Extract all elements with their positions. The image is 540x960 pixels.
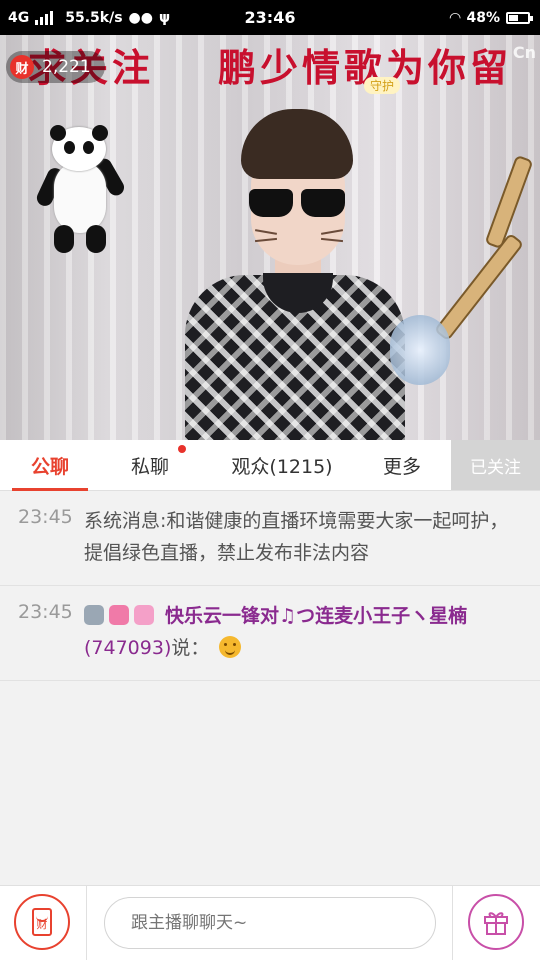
message-suffix: 说：	[171, 637, 210, 659]
streamer	[175, 105, 415, 440]
signal-icon	[35, 10, 54, 25]
message-time: 23:45	[18, 601, 73, 623]
clock: 23:46	[244, 8, 296, 27]
divider	[452, 886, 453, 960]
viewer-count-pill[interactable]: 财 2,221	[6, 51, 105, 83]
tab-public-chat[interactable]: 公聊	[12, 440, 88, 490]
guard-badge-icon: 守护	[364, 77, 401, 94]
status-bar: 4G 55.5k/s ●● ψ 23:46 ◠ 48%	[0, 0, 540, 35]
love-badge-icon	[109, 605, 129, 625]
tab-more[interactable]: 更多	[364, 440, 440, 490]
laugh-emoji-icon	[219, 636, 242, 658]
shield-badge-icon	[84, 605, 104, 625]
viewer-count: 2,221	[42, 57, 91, 77]
red-packet-label: 财	[36, 918, 48, 931]
unread-dot	[178, 445, 186, 453]
chat-tabs: 公聊 私聊 观众(1215) 更多 已关注	[0, 440, 540, 491]
battery-icon	[506, 11, 533, 24]
red-packet-icon: 财	[32, 908, 52, 936]
status-left: 4G 55.5k/s ●● ψ	[8, 0, 170, 35]
divider	[86, 886, 87, 960]
wechat-icon: ●●	[128, 9, 153, 26]
network-speed: 55.5k/s	[65, 9, 123, 26]
gift-icon	[484, 912, 508, 935]
chat-message-system: 23:45 系统消息:和谐健康的直播环境需要大家一起呵护，提倡绿色直播，禁止发布…	[0, 491, 540, 586]
wifi-icon: ◠	[449, 9, 461, 26]
message-user-id: (747093)	[84, 637, 172, 659]
live-video[interactable]: 求关注 鹏少情歌为你留 守护 Cn 财 2,221	[0, 35, 540, 440]
message-text: 系统消息:和谐健康的直播环境需要大家一起呵护，提倡绿色直播，禁止发布非法内容	[84, 510, 509, 564]
watermark-logo: Cn	[512, 43, 536, 62]
chat-message-user: 23:45 快乐云一锋对♫つ连麦小王子ヽ星楠 (747093)说：	[0, 586, 540, 681]
message-username[interactable]: 快乐云一锋对♫つ连麦小王子ヽ星楠	[165, 605, 467, 627]
star-badge-icon	[134, 605, 154, 625]
panda-sticker	[34, 125, 127, 257]
status-right: ◠ 48%	[449, 0, 533, 35]
network-type: 4G	[8, 9, 30, 26]
chat-input[interactable]	[104, 897, 436, 949]
sunglasses	[249, 189, 349, 219]
tab-private-chat[interactable]: 私聊	[112, 440, 188, 490]
followed-button[interactable]: 已关注	[451, 440, 540, 490]
tab-audience[interactable]: 观众(1215)	[214, 440, 350, 490]
chat-messages[interactable]: 23:45 系统消息:和谐健康的直播环境需要大家一起呵护，提倡绿色直播，禁止发布…	[0, 491, 540, 681]
battery-percent: 48%	[466, 9, 500, 26]
message-time: 23:45	[18, 506, 73, 528]
wealth-icon: 财	[10, 55, 34, 79]
usb-icon: ψ	[158, 9, 171, 26]
bottom-bar: 财	[0, 885, 540, 960]
gift-button[interactable]	[468, 894, 524, 950]
red-packet-button[interactable]: 财	[14, 894, 70, 950]
